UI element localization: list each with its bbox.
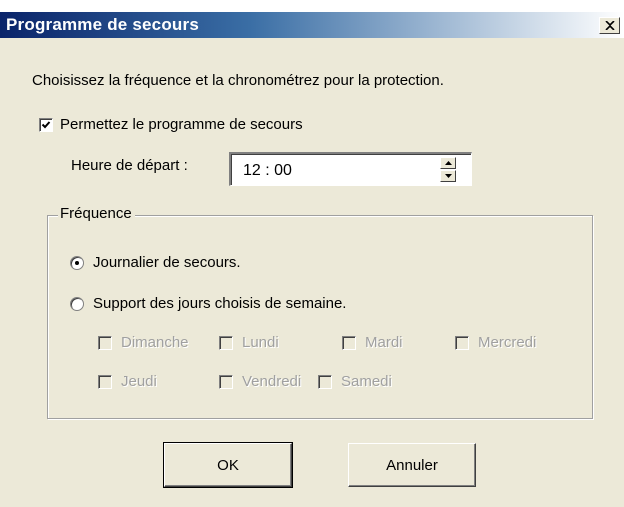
start-time-label: Heure de départ : <box>71 157 188 174</box>
enable-schedule-label[interactable]: Permettez le programme de secours <box>60 116 303 133</box>
checkmark-icon <box>41 121 51 129</box>
day-checkbox-vendredi[interactable] <box>219 375 233 389</box>
ok-button[interactable]: OK <box>163 442 293 488</box>
spin-up-button[interactable] <box>440 157 456 169</box>
cancel-button[interactable]: Annuler <box>348 443 476 487</box>
day-label-jeudi: Jeudi <box>121 373 157 390</box>
start-time-input[interactable]: 12 : 00 <box>229 152 472 186</box>
day-checkbox-jeudi[interactable] <box>98 375 112 389</box>
day-checkbox-dimanche[interactable] <box>98 336 112 350</box>
day-label-dimanche: Dimanche <box>121 334 189 351</box>
weekly-label[interactable]: Support des jours choisis de semaine. <box>93 295 346 312</box>
window-title: Programme de secours <box>6 15 199 34</box>
start-time-value: 12 : 00 <box>243 162 292 179</box>
day-label-vendredi: Vendredi <box>242 373 302 390</box>
day-label-lundi: Lundi <box>242 334 279 351</box>
instruction-text: Choisissez la fréquence et la chronométr… <box>32 72 444 89</box>
enable-schedule-checkbox[interactable] <box>39 118 53 132</box>
weekly-radio[interactable] <box>70 297 84 311</box>
day-label-samedi: Samedi <box>341 373 392 390</box>
daily-radio[interactable] <box>70 256 84 270</box>
spin-down-button[interactable] <box>440 170 456 182</box>
day-checkbox-mardi[interactable] <box>342 336 356 350</box>
day-checkbox-mercredi[interactable] <box>455 336 469 350</box>
arrow-down-icon <box>444 174 452 178</box>
daily-label[interactable]: Journalier de secours. <box>93 254 241 271</box>
day-checkbox-samedi[interactable] <box>318 375 332 389</box>
title-bar[interactable]: Programme de secours <box>0 0 624 38</box>
time-spinner[interactable] <box>440 157 456 183</box>
arrow-up-icon <box>444 161 452 165</box>
day-checkbox-lundi[interactable] <box>219 336 233 350</box>
close-icon <box>604 21 615 30</box>
frequency-legend: Fréquence <box>58 205 135 222</box>
dialog-window: Programme de secours Choisissez la fréqu… <box>0 0 624 507</box>
radio-selected-dot <box>75 261 79 265</box>
close-button[interactable] <box>599 17 620 34</box>
day-label-mercredi: Mercredi <box>478 334 537 351</box>
day-label-mardi: Mardi <box>365 334 403 351</box>
